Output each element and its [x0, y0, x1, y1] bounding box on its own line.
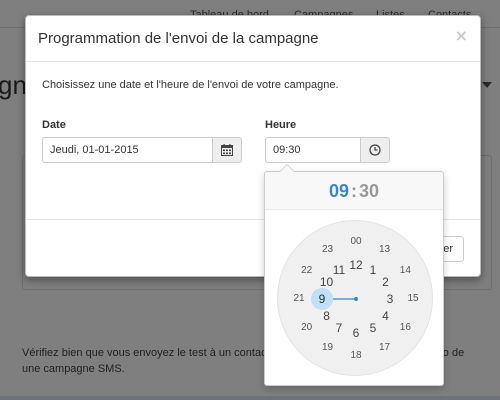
- clock-hour-outer-15[interactable]: 15: [402, 288, 424, 310]
- popover-arrow: [279, 164, 295, 172]
- clockpicker-popover: 09:30 00 13 14 15 16 17 18 19 20 21 22 23 12 1 2 3 4 5 6 7 8…: [264, 164, 444, 386]
- time-input-group: [265, 137, 390, 163]
- clock-hour-outer-13[interactable]: 13: [374, 239, 396, 261]
- calendar-icon[interactable]: [212, 137, 242, 163]
- clockpicker-hours[interactable]: 09: [329, 181, 349, 201]
- time-input[interactable]: [265, 137, 360, 163]
- clock-icon[interactable]: [360, 137, 390, 163]
- clock-hour-inner-11[interactable]: 11: [328, 259, 350, 281]
- clock-hour-outer-19[interactable]: 19: [317, 337, 339, 359]
- clock-hour-outer-18[interactable]: 18: [345, 345, 367, 367]
- close-icon[interactable]: ×: [455, 26, 468, 45]
- clock-dial[interactable]: 00 13 14 15 16 17 18 19 20 21 22 23 12 1 2 3 4 5 6 7 8 9 10 11: [277, 220, 433, 376]
- modal-title: Programmation de l'envoi de la campagne: [38, 30, 319, 47]
- clockpicker-separator: :: [351, 181, 357, 201]
- date-label: Date: [42, 119, 66, 131]
- date-input-group: [42, 137, 242, 163]
- clockpicker-minutes[interactable]: 30: [359, 181, 379, 201]
- clock-hour-outer-23[interactable]: 23: [317, 239, 339, 261]
- modal-header: Programmation de l'envoi de la campagne …: [26, 16, 480, 62]
- clock-hour-outer-17[interactable]: 17: [374, 337, 396, 359]
- clock-hour-outer-16[interactable]: 16: [394, 317, 416, 339]
- clock-hour-outer-22[interactable]: 22: [296, 260, 318, 282]
- clock-hour-outer-21[interactable]: 21: [288, 288, 310, 310]
- clock-hour-outer-20[interactable]: 20: [296, 317, 318, 339]
- clockpicker-header: 09:30: [265, 172, 443, 210]
- clock-hour-outer-00[interactable]: 00: [345, 231, 367, 253]
- clock-center-dot: [354, 297, 358, 301]
- clock-hour-outer-14[interactable]: 14: [394, 260, 416, 282]
- time-label: Heure: [265, 119, 297, 131]
- date-input[interactable]: [42, 137, 212, 163]
- modal-intro-text: Choisissez une date et l'heure de l'envo…: [42, 79, 339, 91]
